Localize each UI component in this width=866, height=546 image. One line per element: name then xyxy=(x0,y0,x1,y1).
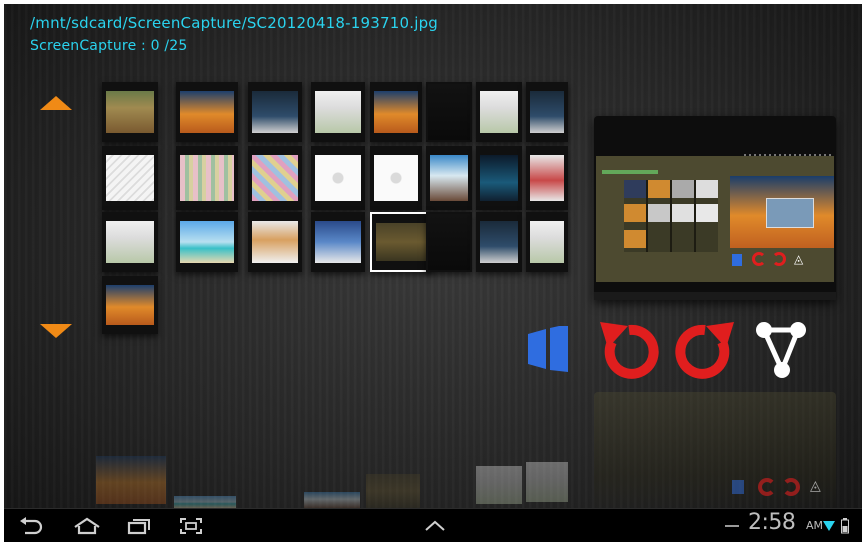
thumbnail-image xyxy=(315,155,361,201)
thumbnail[interactable] xyxy=(426,212,472,272)
thumbnail[interactable] xyxy=(526,82,568,142)
rotate-left-icon[interactable] xyxy=(598,316,660,382)
thumbnail[interactable] xyxy=(248,146,302,210)
thumbnail[interactable] xyxy=(476,212,522,272)
share-reflection: ◬ xyxy=(810,478,821,494)
thumbnail-image xyxy=(180,155,234,201)
status-ampm: AM xyxy=(806,519,824,532)
thumbnail[interactable] xyxy=(176,212,238,272)
thumbnail[interactable] xyxy=(311,146,365,210)
preview-text-line xyxy=(602,170,658,174)
minus-icon xyxy=(722,509,742,542)
status-clock: 2:58 xyxy=(748,510,796,535)
rotate-left-reflection xyxy=(758,478,776,496)
thumbnail[interactable] xyxy=(426,82,472,142)
thumbnail-image xyxy=(252,91,298,133)
thumbnail-image xyxy=(480,155,518,201)
thumbnail[interactable] xyxy=(426,146,472,210)
thumbnail-image xyxy=(480,91,518,133)
share-icon[interactable] xyxy=(752,318,810,380)
thumbnail-image xyxy=(106,155,154,201)
thumbnail[interactable] xyxy=(370,212,432,272)
preview-grid xyxy=(624,180,718,252)
rotate-right-icon[interactable] xyxy=(674,316,736,382)
thumbnail-image xyxy=(376,223,426,261)
home-icon[interactable] xyxy=(70,509,104,542)
thumbnail[interactable] xyxy=(102,82,158,142)
thumbnail-image xyxy=(180,221,234,263)
image-preview[interactable]: ◬ xyxy=(594,116,836,300)
thumbnail-image xyxy=(480,221,518,263)
thumbnail-image xyxy=(428,84,470,140)
thumbnail[interactable] xyxy=(526,146,568,210)
thumbnail-reflection xyxy=(304,492,360,508)
preview-desktop xyxy=(730,176,834,248)
thumbnail[interactable] xyxy=(102,212,158,272)
thumbnail[interactable] xyxy=(476,146,522,210)
scroll-up-arrow-icon[interactable] xyxy=(40,96,72,110)
thumbnail-reflection xyxy=(96,456,166,504)
thumbnail-image xyxy=(315,221,361,263)
thumbnail-reflection xyxy=(366,474,420,508)
thumbnail-image xyxy=(252,221,298,263)
preview-bottom-bar xyxy=(594,292,836,300)
gallery-screen: /mnt/sdcard/ScreenCapture/SC20120418-193… xyxy=(4,4,862,542)
thumbnail-image xyxy=(315,91,361,133)
back-icon[interactable] xyxy=(16,509,46,542)
thumbnail[interactable] xyxy=(248,212,302,272)
thumbnail-image xyxy=(374,91,418,133)
thumbnail-image xyxy=(428,214,470,270)
thumbnail[interactable] xyxy=(311,82,365,142)
thumbnail[interactable] xyxy=(370,146,422,210)
preview-image: ◬ xyxy=(596,156,834,282)
thumbnail-image xyxy=(530,91,564,133)
thumbnail-image xyxy=(106,91,154,133)
image-count-label: ScreenCapture : 0 /25 xyxy=(30,38,188,54)
thumbnail-image xyxy=(530,221,564,263)
thumbnail-image xyxy=(430,155,468,201)
windows-icon-reflection xyxy=(732,480,744,494)
file-path-label: /mnt/sdcard/ScreenCapture/SC20120418-193… xyxy=(30,14,439,32)
thumbnail-reflection xyxy=(526,462,568,502)
preview-reflection xyxy=(594,392,836,512)
thumbnail-reflection xyxy=(476,466,522,504)
screenshot-icon[interactable] xyxy=(176,509,206,542)
thumbnail[interactable] xyxy=(176,82,238,142)
system-navbar xyxy=(4,508,862,542)
thumbnail-image xyxy=(180,91,234,133)
thumbnail[interactable] xyxy=(248,82,302,142)
thumbnail[interactable] xyxy=(102,146,158,210)
thumbnail-image xyxy=(106,285,154,325)
thumbnail[interactable] xyxy=(476,82,522,142)
thumbnail-image xyxy=(530,155,564,201)
windows-icon[interactable] xyxy=(526,324,570,372)
scroll-down-arrow-icon[interactable] xyxy=(40,324,72,338)
chevron-up-icon[interactable] xyxy=(420,509,450,542)
thumbnail-image xyxy=(252,155,298,201)
thumbnail[interactable] xyxy=(176,146,238,210)
battery-icon xyxy=(838,509,852,542)
recent-apps-icon[interactable] xyxy=(124,509,154,542)
thumbnail-image xyxy=(374,155,418,201)
thumbnail-reflection xyxy=(174,496,236,508)
wifi-icon xyxy=(822,509,836,542)
thumbnail[interactable] xyxy=(370,82,422,142)
thumbnail[interactable] xyxy=(311,212,365,272)
thumbnail[interactable] xyxy=(102,276,158,334)
thumbnail-image xyxy=(106,221,154,263)
rotate-right-reflection xyxy=(782,478,800,496)
thumbnail[interactable] xyxy=(526,212,568,272)
